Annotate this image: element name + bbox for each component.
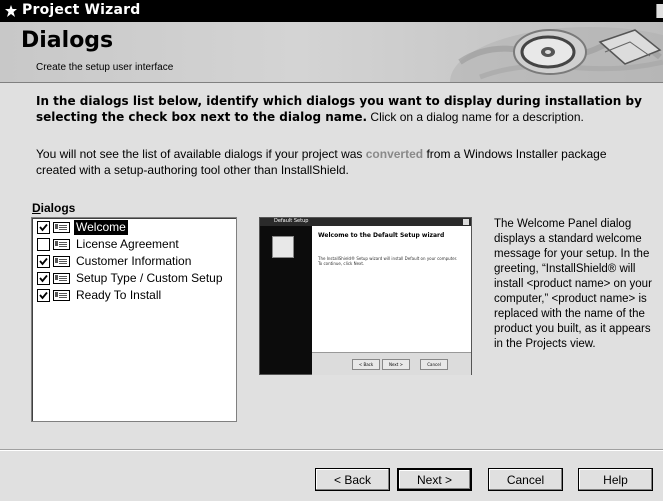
intro-text: In the dialogs list below, identify whic… xyxy=(36,93,646,125)
dialog-icon xyxy=(53,256,70,267)
checkbox-checked[interactable] xyxy=(37,255,50,268)
dialogs-label: Dialogs xyxy=(32,201,76,215)
checkbox-checked[interactable] xyxy=(37,272,50,285)
checkbox-checked[interactable] xyxy=(37,221,50,234)
preview-close-icon xyxy=(463,219,469,225)
dialog-item-label: Setup Type / Custom Setup xyxy=(76,271,223,285)
dialog-item-ready-to-install[interactable]: Ready To Install xyxy=(37,287,163,304)
dialog-icon xyxy=(53,273,70,284)
dialog-icon xyxy=(53,222,70,233)
converted-word: converted xyxy=(365,147,424,161)
dialog-item-label: Welcome xyxy=(73,219,129,236)
preview-body: The InstallShield® Setup wizard will ins… xyxy=(318,256,458,266)
dialog-item-setup-type[interactable]: Setup Type / Custom Setup xyxy=(37,270,225,287)
preview-heading: Welcome to the Default Setup wizard xyxy=(318,232,445,239)
dialog-item-customer-info[interactable]: Customer Information xyxy=(37,253,193,270)
checkbox-unchecked[interactable] xyxy=(37,238,50,251)
dialogs-list[interactable]: Welcome License Agreement Customer Infor… xyxy=(31,217,237,422)
installer-icon xyxy=(272,236,294,258)
intro-normal: Click on a dialog name for a description… xyxy=(367,110,584,124)
dialog-description: The Welcome Panel dialog displays a stan… xyxy=(494,218,652,350)
footer-divider xyxy=(0,449,663,451)
note-part1: You will not see the list of available d… xyxy=(36,147,366,161)
preview-button-bar: < Back Next > Cancel xyxy=(312,352,471,375)
checkbox-checked[interactable] xyxy=(37,289,50,302)
window-title: Project Wizard xyxy=(22,2,141,18)
conversion-note: You will not see the list of available d… xyxy=(36,146,646,178)
dialog-item-label: License Agreement xyxy=(76,237,179,251)
wizard-header: Dialogs Create the setup user interface xyxy=(0,22,663,83)
back-button[interactable]: < Back xyxy=(315,468,390,491)
next-button[interactable]: Next > xyxy=(397,468,472,491)
wizard-app-icon xyxy=(5,5,17,17)
preview-title-bar: Default Setup xyxy=(260,218,471,226)
close-icon[interactable] xyxy=(656,4,663,18)
title-bar: Project Wizard xyxy=(0,0,663,22)
preview-back-button: < Back xyxy=(352,359,380,370)
help-button[interactable]: Help xyxy=(578,468,653,491)
page-title: Dialogs xyxy=(21,28,114,53)
dialog-item-welcome[interactable]: Welcome xyxy=(37,219,129,236)
dialog-icon xyxy=(53,239,70,250)
dialog-preview: Default Setup Welcome to the Default Set… xyxy=(259,217,472,375)
project-wizard-window: Project Wizard Dialogs Create the setup … xyxy=(0,0,663,501)
preview-left-panel xyxy=(260,226,312,374)
dialog-item-license[interactable]: License Agreement xyxy=(37,236,181,253)
dialog-item-label: Customer Information xyxy=(76,254,192,268)
page-subtitle: Create the setup user interface xyxy=(36,62,174,73)
preview-next-button: Next > xyxy=(382,359,410,370)
dialog-icon xyxy=(53,290,70,301)
dialog-item-label: Ready To Install xyxy=(76,288,162,302)
preview-cancel-button: Cancel xyxy=(420,359,448,370)
globe-and-disc-banner xyxy=(450,27,663,82)
preview-content: Welcome to the Default Setup wizard The … xyxy=(312,226,471,352)
preview-title: Default Setup xyxy=(274,218,309,224)
cancel-button[interactable]: Cancel xyxy=(488,468,563,491)
